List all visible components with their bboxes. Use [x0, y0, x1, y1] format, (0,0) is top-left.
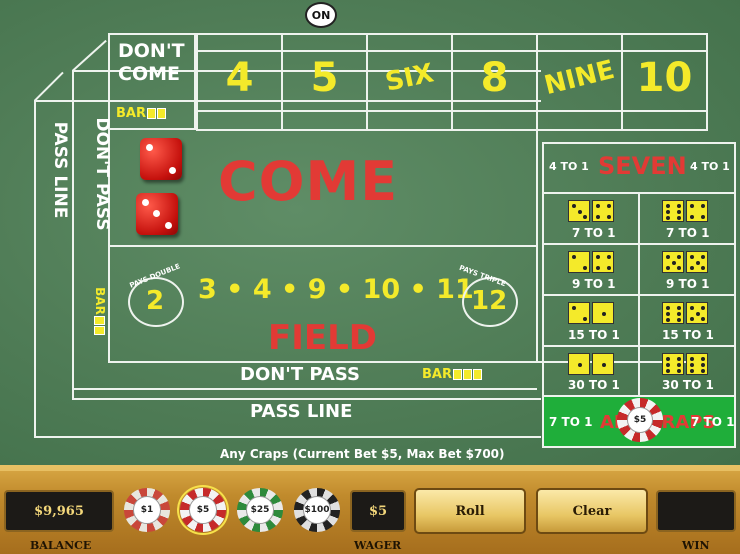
point-10[interactable]: 10	[623, 36, 706, 120]
hardway-payout: 7 TO 1	[666, 226, 710, 240]
win-display	[656, 490, 736, 532]
red-die-icon	[140, 138, 182, 180]
roll-button[interactable]: Roll	[414, 488, 526, 534]
hardway-bet[interactable]: 7 TO 1	[544, 194, 638, 243]
chip-100-value: $100	[304, 505, 330, 515]
yellow-die-icon	[592, 200, 614, 222]
balance-label: BALANCE	[30, 539, 92, 552]
yellow-die-icon	[592, 302, 614, 324]
hardway-payout: 9 TO 1	[572, 277, 616, 291]
dont-pass-bottom-line	[72, 388, 537, 390]
hardway-bet[interactable]: 30 TO 1	[640, 347, 734, 395]
clear-button-label: Clear	[572, 503, 612, 519]
seven-payout-left: 4 TO 1	[549, 160, 589, 173]
chip-5-value: $5	[196, 505, 210, 515]
yellow-die-icon	[568, 353, 590, 375]
dont-come-line2: COME	[118, 63, 180, 85]
hardway-bet[interactable]: 9 TO 1	[544, 245, 638, 294]
yellow-die-icon	[662, 353, 684, 375]
wager-value: $5	[368, 503, 388, 519]
bottom-shine	[0, 465, 740, 471]
point-6[interactable]: SIX	[360, 28, 459, 127]
hardway-payout: 9 TO 1	[666, 277, 710, 291]
hardway-payout: 30 TO 1	[662, 378, 714, 392]
field-number-12: 12	[471, 286, 508, 316]
hardway-payout: 15 TO 1	[568, 328, 620, 342]
chip-1-button[interactable]: $1	[124, 488, 170, 532]
balance-display: $9,965	[4, 490, 114, 532]
chip-1-value: $1	[140, 505, 154, 515]
wager-label: WAGER	[354, 539, 402, 552]
point-8[interactable]: 8	[453, 36, 536, 120]
dont-pass-bar: BAR	[422, 367, 482, 382]
hardway-payout: 7 TO 1	[572, 226, 616, 240]
dont-pass-vertical-bar-label: BAR	[93, 287, 107, 315]
field-number-2: 2	[146, 286, 165, 316]
come-label: COME	[218, 150, 399, 213]
dont-pass-bar-label: BAR	[422, 367, 452, 382]
placed-chip-icon[interactable]: $5	[617, 398, 663, 442]
dont-pass-vertical-bar: BAR	[93, 281, 107, 341]
roll-button-label: Roll	[455, 503, 485, 519]
point-5[interactable]: 5	[283, 36, 366, 120]
dont-pass-vertical-label: DON'T PASS	[92, 117, 112, 231]
yellow-die-icon	[686, 353, 708, 375]
chip-25-button[interactable]: $25	[237, 488, 283, 532]
hardway-bet[interactable]: 15 TO 1	[544, 296, 638, 345]
yellow-die-icon	[662, 251, 684, 273]
hardway-payout: 30 TO 1	[568, 378, 620, 392]
yellow-die-icon	[662, 302, 684, 324]
pass-line-vertical-label: PASS LINE	[50, 121, 70, 219]
win-label: WIN	[682, 539, 710, 552]
placed-chip-value: $5	[633, 415, 647, 425]
seven-label: SEVEN	[598, 152, 687, 180]
field-label: FIELD	[268, 318, 377, 358]
dont-pass-label[interactable]: DON'T PASS	[240, 364, 360, 385]
status-text: Any Craps (Current Bet $5, Max Bet $700)	[220, 447, 505, 461]
dont-pass-top-slope	[72, 39, 107, 72]
chip-100-button[interactable]: $100	[294, 488, 340, 532]
wager-display: $5	[350, 490, 406, 532]
yellow-die-icon	[686, 200, 708, 222]
hardway-bet[interactable]: 7 TO 1	[640, 194, 734, 243]
any-craps-payout-left: 7 TO 1	[549, 415, 593, 429]
dont-come-bar-label: BAR	[116, 106, 146, 121]
chip-25-value: $25	[250, 505, 270, 515]
hardway-bet[interactable]: 9 TO 1	[640, 245, 734, 294]
hardway-bet[interactable]: 15 TO 1	[640, 296, 734, 345]
on-puck-label: ON	[311, 8, 331, 22]
on-puck: ON	[305, 2, 337, 28]
red-die-icon	[136, 193, 178, 235]
seven-payout-right: 4 TO 1	[690, 160, 730, 173]
field-numbers: 3 • 4 • 9 • 10 • 11	[198, 274, 474, 305]
hardway-bet[interactable]: 30 TO 1	[544, 347, 638, 395]
yellow-die-icon	[592, 251, 614, 273]
any-craps-payout-right: 7 TO 1	[691, 415, 735, 429]
chip-5-button[interactable]: $5	[180, 488, 226, 532]
yellow-die-icon	[686, 302, 708, 324]
hardway-payout: 15 TO 1	[662, 328, 714, 342]
yellow-die-icon	[568, 302, 590, 324]
craps-table: ON DON'T COME BAR 4 5 SIX 8 NINE 10 COME	[0, 0, 740, 465]
dont-come-line1: DON'T	[118, 40, 185, 62]
dont-come-bar: BAR	[116, 106, 166, 121]
yellow-die-icon	[592, 353, 614, 375]
yellow-die-icon	[686, 251, 708, 273]
clear-button[interactable]: Clear	[536, 488, 648, 534]
yellow-die-icon	[568, 251, 590, 273]
yellow-die-icon	[568, 200, 590, 222]
pass-line-label[interactable]: PASS LINE	[250, 401, 352, 422]
point-4[interactable]: 4	[198, 36, 281, 120]
balance-value: $9,965	[34, 503, 84, 519]
pass-line-top-slope	[34, 71, 64, 102]
yellow-die-icon	[662, 200, 684, 222]
